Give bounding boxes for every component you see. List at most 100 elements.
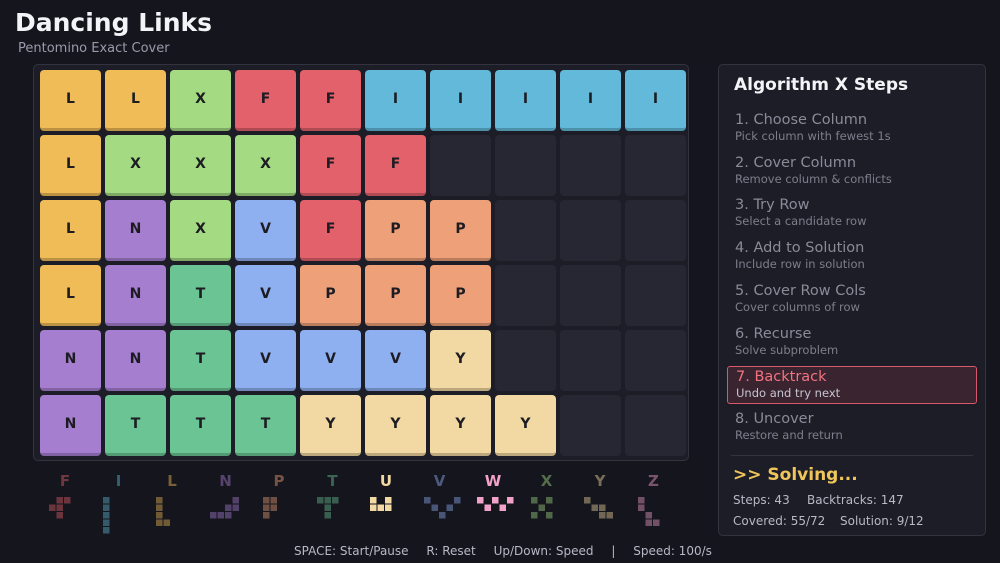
legend-shape-cell <box>538 504 545 511</box>
step-item: 6. Recurse Solve subproblem <box>727 324 977 362</box>
board-cell-v: V <box>300 330 361 391</box>
piece-legend: FILNPTUVWXYZ <box>45 472 685 547</box>
step-description: Undo and try next <box>736 386 841 401</box>
reset-hint: R: Reset <box>426 544 476 558</box>
legend-shape-cell <box>270 497 277 504</box>
start-pause-hint: SPACE: Start/Pause <box>294 544 409 558</box>
board-cell-v: V <box>365 330 426 391</box>
legend-letter: N <box>219 472 232 490</box>
legend-shape-cell <box>584 497 591 504</box>
legend-shape-cell <box>56 497 63 504</box>
legend-shape-cell <box>232 497 239 504</box>
controls-footer: SPACE: Start/Pause R: Reset Up/Down: Spe… <box>294 544 726 558</box>
step-description: Restore and return <box>735 427 843 442</box>
board-cell-x: X <box>170 70 231 131</box>
board-cell-t: T <box>235 395 296 456</box>
legend-shape-cell <box>316 497 323 504</box>
legend-piece-f: F <box>45 472 85 552</box>
board-cell-empty <box>625 395 686 456</box>
board-cell-empty <box>495 265 556 326</box>
app-subtitle: Pentomino Exact Cover <box>18 41 170 56</box>
legend-shape-cell <box>431 504 438 511</box>
board-cell-t: T <box>170 395 231 456</box>
legend-shape-cell <box>64 497 71 504</box>
board-cell-n: N <box>105 200 166 261</box>
board-cell-y: Y <box>495 395 556 456</box>
step-description: Include row in solution <box>735 257 865 272</box>
board-cell-empty <box>495 135 556 196</box>
legend-piece-v: V <box>420 472 460 552</box>
legend-shape-cell <box>484 504 491 511</box>
step-title: 4. Add to Solution <box>735 240 865 257</box>
legend-piece-u: U <box>366 472 406 552</box>
step-title: 6. Recurse <box>735 325 812 342</box>
panel-title: Algorithm X Steps <box>734 75 909 95</box>
step-description: Solve subproblem <box>735 342 839 357</box>
board-cell-f: F <box>235 70 296 131</box>
legend-shape <box>423 497 460 519</box>
board-cell-n: N <box>40 330 101 391</box>
legend-shape-cell <box>324 504 331 511</box>
legend-shape-cell <box>156 497 163 504</box>
legend-shape-cell <box>545 512 552 519</box>
board-cell-l: L <box>40 265 101 326</box>
legend-shape <box>209 497 239 519</box>
legend-shape-cell <box>599 512 606 519</box>
legend-letter: Y <box>594 472 606 490</box>
board-cell-p: P <box>300 265 361 326</box>
board-cell-empty <box>430 135 491 196</box>
legend-piece-i: I <box>99 472 139 552</box>
legend-shape-cell <box>156 512 163 519</box>
speed-readout: Speed: 100/s <box>633 544 712 558</box>
legend-shape-cell <box>102 527 109 534</box>
legend-shape-cell <box>438 512 445 519</box>
legend-shape-cell <box>599 504 606 511</box>
board-cell-t: T <box>170 265 231 326</box>
footer-separator: | <box>611 544 616 558</box>
legend-shape-cell <box>645 512 652 519</box>
board-cell-f: F <box>300 70 361 131</box>
board-cell-p: P <box>365 265 426 326</box>
legend-shape-cell <box>385 497 392 504</box>
legend-letter: U <box>379 472 393 490</box>
step-description: Remove column & conflicts <box>735 171 892 186</box>
board-cell-l: L <box>105 70 166 131</box>
board-cell-t: T <box>105 395 166 456</box>
board-cell-l: L <box>40 70 101 131</box>
board-cell-empty <box>560 135 621 196</box>
step-item: 2. Cover Column Remove column & conflicts <box>727 153 977 191</box>
board-cell-y: Y <box>300 395 361 456</box>
legend-letter: L <box>167 472 177 490</box>
legend-shape-cell <box>209 512 216 519</box>
board-cell-empty <box>625 135 686 196</box>
legend-shape-cell <box>637 504 644 511</box>
algorithm-steps-panel: Algorithm X Steps 1. Choose Column Pick c… <box>718 64 986 536</box>
legend-piece-z: Z <box>634 472 674 552</box>
legend-shape-cell <box>453 497 460 504</box>
board-cell-empty <box>560 395 621 456</box>
legend-shape-cell <box>324 497 331 504</box>
legend-shape-cell <box>370 497 377 504</box>
legend-letter: F <box>59 472 71 490</box>
board-cell-empty <box>560 330 621 391</box>
board-cell-l: L <box>40 200 101 261</box>
legend-shape-cell <box>156 504 163 511</box>
board-cell-x: X <box>105 135 166 196</box>
legend-shape-cell <box>331 497 338 504</box>
legend-shape-cell <box>652 519 659 526</box>
legend-shape <box>263 497 277 519</box>
legend-shape-cell <box>56 504 63 511</box>
legend-shape-cell <box>606 512 613 519</box>
legend-shape-cell <box>102 504 109 511</box>
legend-shape-cell <box>263 512 270 519</box>
legend-letter: T <box>327 472 338 490</box>
legend-shape-cell <box>224 504 231 511</box>
app-title: Dancing Links <box>15 8 213 37</box>
legend-shape-cell <box>637 497 644 504</box>
board-cell-i: I <box>430 70 491 131</box>
legend-shape-cell <box>370 504 377 511</box>
legend-shape-cell <box>270 504 277 511</box>
legend-shape <box>316 497 338 519</box>
legend-shape-cell <box>102 519 109 526</box>
board-cell-f: F <box>300 200 361 261</box>
